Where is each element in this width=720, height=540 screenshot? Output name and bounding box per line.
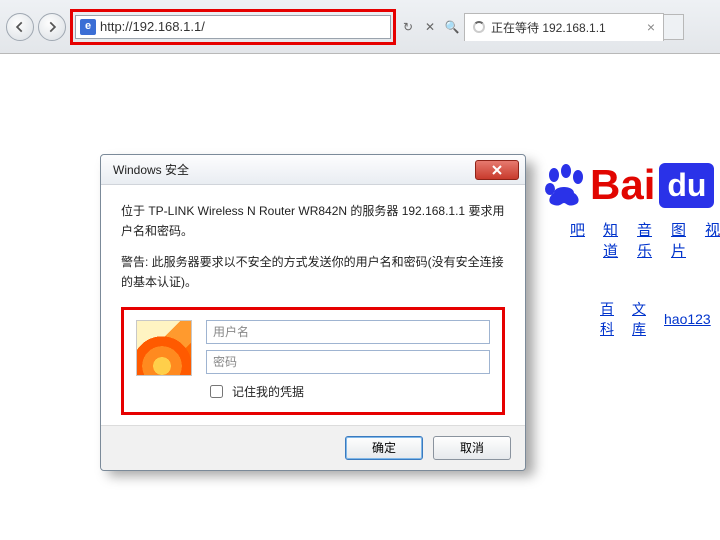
baidu-nav-row2: 百科 文库 hao123 | 更多 <box>600 299 720 339</box>
browser-tab[interactable]: 正在等待 192.168.1.1 × <box>464 13 664 41</box>
logo-text-bai: Bai <box>590 161 655 209</box>
dialog-message-2: 警告: 此服务器要求以不安全的方式发送你的用户名和密码(没有安全连接的基本认证)… <box>121 252 505 293</box>
search-icon[interactable]: 🔍 <box>444 19 460 35</box>
address-text: http://192.168.1.1/ <box>100 19 386 34</box>
nav-link[interactable]: 视 <box>705 219 720 261</box>
stop-icon[interactable]: ✕ <box>422 19 438 35</box>
nav-link[interactable]: 知道 <box>603 219 619 261</box>
paw-icon <box>540 161 588 209</box>
new-tab-button[interactable] <box>664 14 684 40</box>
cancel-button[interactable]: 取消 <box>433 436 511 460</box>
dialog-message-1: 位于 TP-LINK Wireless N Router WR842N 的服务器… <box>121 201 505 242</box>
tab-close-button[interactable]: × <box>647 19 655 35</box>
credential-fields: 记住我的凭据 <box>206 320 490 402</box>
site-favicon-icon <box>80 19 96 35</box>
page-content: Bai du 百度 吧 知道 音乐 图片 视 百科 文库 hao123 | 更多… <box>0 54 720 540</box>
dialog-close-button[interactable] <box>475 160 519 180</box>
refresh-icon[interactable]: ↻ <box>400 19 416 35</box>
address-tools: ↻ ✕ 🔍 <box>400 19 460 35</box>
logo-text-du: du <box>659 163 714 208</box>
nav-link[interactable]: 百科 <box>600 299 614 339</box>
tab-strip: 正在等待 192.168.1.1 × <box>464 0 684 53</box>
back-button[interactable] <box>6 13 34 41</box>
address-highlight: http://192.168.1.1/ <box>70 9 396 45</box>
nav-link[interactable]: hao123 <box>664 311 711 327</box>
credentials-highlight: 记住我的凭据 <box>121 307 505 415</box>
dialog-title: Windows 安全 <box>113 161 189 178</box>
arrow-left-icon <box>13 20 27 34</box>
close-icon <box>492 165 502 175</box>
browser-toolbar: http://192.168.1.1/ ↻ ✕ 🔍 正在等待 192.168.1… <box>0 0 720 54</box>
forward-button[interactable] <box>38 13 66 41</box>
baidu-nav-row1: 吧 知道 音乐 图片 视 <box>570 219 720 261</box>
loading-spinner-icon <box>473 21 485 33</box>
nav-link[interactable]: 图片 <box>671 219 687 261</box>
dialog-titlebar[interactable]: Windows 安全 <box>101 155 525 185</box>
username-input[interactable] <box>206 320 490 344</box>
remember-label: 记住我的凭据 <box>232 382 304 402</box>
nav-link[interactable]: 吧 <box>570 219 585 261</box>
dialog-footer: 确定 取消 <box>101 425 525 470</box>
address-bar[interactable]: http://192.168.1.1/ <box>75 15 391 39</box>
nav-link[interactable]: 音乐 <box>637 219 653 261</box>
auth-dialog: Windows 安全 位于 TP-LINK Wireless N Router … <box>100 154 526 471</box>
arrow-right-icon <box>45 20 59 34</box>
dialog-body: 位于 TP-LINK Wireless N Router WR842N 的服务器… <box>101 185 525 425</box>
nav-link[interactable]: 文库 <box>632 299 646 339</box>
tab-title: 正在等待 192.168.1.1 <box>491 19 606 36</box>
remember-row[interactable]: 记住我的凭据 <box>206 382 490 402</box>
password-input[interactable] <box>206 350 490 374</box>
ok-button[interactable]: 确定 <box>345 436 423 460</box>
remember-checkbox[interactable] <box>210 385 223 398</box>
credential-avatar-icon <box>136 320 192 376</box>
